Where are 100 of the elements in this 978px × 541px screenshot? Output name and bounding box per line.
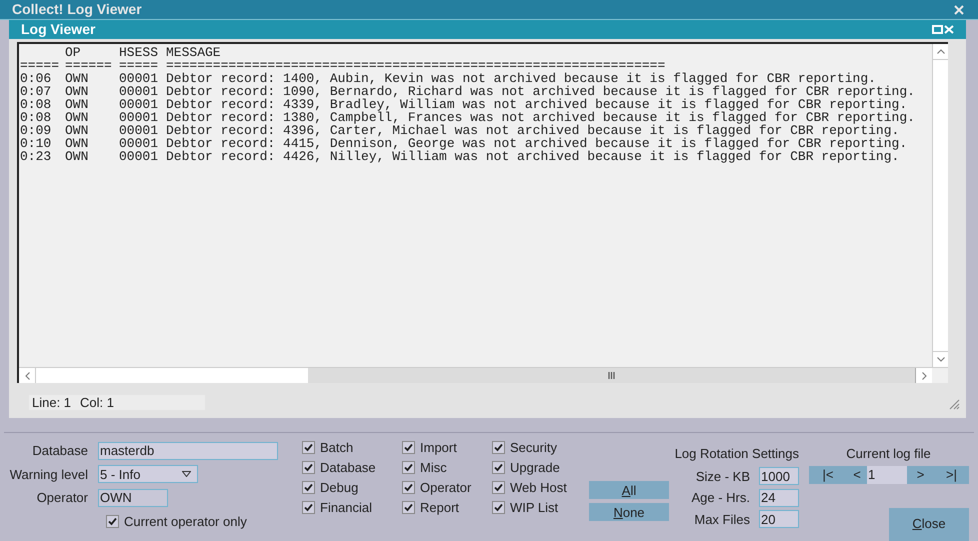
log-hsess: 00001 [119,71,158,86]
column-header-hsess: HSESS [119,45,158,60]
separator-time: ===== [20,58,60,73]
checkbox[interactable] [302,481,315,494]
window-title: Collect! Log Viewer [12,0,142,19]
log-hsess: 00001 [119,123,158,138]
setting-label: Max Files [694,510,750,528]
log-message: Debtor record: 1380, Campbell, Frances was not archived because it is flagged for CBR reporting. [166,110,915,125]
last-log-button[interactable]: >| [934,464,969,484]
log-number-field[interactable]: 1 [867,466,907,484]
log-message: Debtor record: 4415, Dennison, George was not archived because it is flagged for CBR reporting. [166,136,908,151]
checkbox[interactable] [492,461,505,474]
operator-field[interactable]: OWN [98,488,168,507]
checkbox-label: Security [510,438,557,457]
log-hsess: 00001 [119,84,158,99]
log-op: OWN [65,84,88,99]
warning-level-dropdown[interactable]: 5 - Info [98,465,198,484]
checkbox-label: Web Host [510,478,567,497]
setting-label: Age - Hrs. [691,489,750,507]
log-time: 0:07 [20,84,52,99]
log-op: OWN [65,97,88,112]
checkbox-label: Operator [420,478,472,497]
database-field[interactable]: masterdb [98,442,278,460]
checkbox-label: Report [420,498,460,517]
chevron-down-icon [936,357,944,362]
log-time: 0:08 [20,97,52,112]
checkbox[interactable] [492,481,505,494]
checkbox-label: Import [420,438,457,457]
horizontal-scrollbar[interactable] [19,368,932,383]
separator-message: ================================================================ [166,58,666,73]
log-op: OWN [65,71,88,86]
log-message: Debtor record: 4339, Bradley, William was not archived because it is flagged for CBR reporting. [166,97,908,112]
log-hsess: 00001 [119,136,158,151]
log-op: OWN [65,123,88,138]
checkbox[interactable] [402,441,415,454]
scroll-right-button[interactable] [916,368,932,383]
select-toggle-button[interactable]: None [589,503,669,521]
line-number: Line: 1 [32,394,72,412]
panel-title: Log Viewer [21,20,96,39]
log-message: Debtor record: 1400, Aubin, Kevin was not archived because it is flagged for CBR reporting. [166,71,876,86]
checkbox-label: WIP List [510,498,558,517]
checkbox-label: Current operator only [124,512,247,531]
checkbox[interactable] [402,461,415,474]
select-toggle-button[interactable]: All [589,481,669,499]
log-text-area[interactable] [17,42,948,383]
checkbox[interactable] [302,501,315,514]
checkbox-label: Upgrade [510,458,560,477]
checkbox-label: Misc [420,458,447,477]
column-header-op: OP [65,45,81,60]
checkbox[interactable] [402,501,415,514]
log-op: OWN [65,149,88,164]
checkbox[interactable] [492,501,505,514]
column-number: Col: 1 [80,394,114,412]
checkbox[interactable] [302,461,315,474]
operator-label: Operator [36,489,88,507]
chevron-right-icon [922,372,926,380]
separator-hsess: ===== [119,58,158,73]
checkbox-label: Financial [320,498,372,517]
close-button[interactable]: Close [889,508,969,540]
close-icon[interactable] [954,4,964,14]
log-hsess: 00001 [119,97,158,112]
scroll-left-button[interactable] [19,368,36,383]
checkbox[interactable] [402,481,415,494]
vertical-scrollbar[interactable] [932,44,948,367]
checkbox-label: Debug [320,478,358,497]
current-log-file-heading: Current log file [846,445,931,463]
setting-field[interactable]: 20 [759,510,799,528]
checkbox-label: Batch [320,438,354,457]
log-time: 0:23 [20,149,52,164]
maximize-icon[interactable] [932,25,943,34]
first-log-button[interactable]: |< [809,464,847,484]
log-message: Debtor record: 4426, Nilley, William was not archived because it is flagged for CBR reporting. [166,149,900,164]
log-message: Debtor record: 1090, Bernardo, Richard was not archived because it is flagged for CBR reporting. [166,84,915,99]
log-op: OWN [65,136,88,151]
log-time: 0:06 [20,71,52,86]
chevron-up-icon [936,49,944,54]
previous-log-button[interactable]: < [847,464,867,484]
database-label: Database [31,442,88,460]
checkbox-label: Database [320,458,376,477]
log-hsess: 00001 [119,110,158,125]
separator-op: ====== [65,58,112,73]
log-rotation-heading: Log Rotation Settings [674,445,799,463]
log-hsess: 00001 [119,149,158,164]
checkbox[interactable] [106,514,119,528]
setting-label: Size - KB [696,468,750,486]
resize-grip-icon[interactable] [949,399,960,410]
warning-level-label: Warning level [8,466,88,484]
log-op: OWN [65,110,88,125]
checkbox[interactable] [492,441,505,454]
chevron-left-icon [24,372,30,380]
setting-field[interactable]: 1000 [759,467,799,486]
next-log-button[interactable]: > [907,464,934,484]
setting-field[interactable]: 24 [759,488,799,507]
log-time: 0:09 [20,123,52,138]
log-time: 0:08 [20,110,52,125]
log-time: 0:10 [20,136,52,151]
log-message: Debtor record: 4396, Carter, Michael was not archived because it is flagged for CBR reporting. [166,123,900,138]
dropdown-arrow-icon [182,471,191,478]
column-header-message: MESSAGE [166,45,221,60]
checkbox[interactable] [302,441,315,454]
